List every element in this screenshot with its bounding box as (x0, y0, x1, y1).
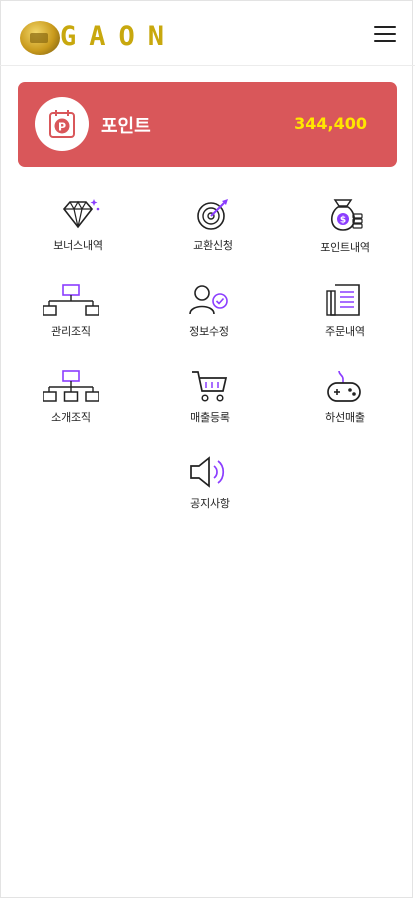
menu-label: 관리조직 (51, 325, 91, 338)
svg-text:$: $ (340, 216, 346, 226)
hamburger-menu-icon[interactable] (374, 26, 396, 42)
speaker-icon (190, 456, 225, 488)
menu-item-exchange-request[interactable]: 교환신청 (153, 190, 273, 265)
menu-label: 포인트내역 (320, 241, 370, 254)
shopping-cart-icon (192, 371, 228, 402)
menu-item-point-history[interactable]: $ 포인트내역 (285, 190, 405, 265)
points-label: 포인트 (101, 116, 151, 137)
menu-label: 소개조직 (51, 411, 91, 424)
menu-item-management-org[interactable]: 관리조직 (11, 276, 131, 351)
money-bag-icon: $ (331, 199, 363, 231)
point-coin-calendar-icon: P (35, 97, 89, 151)
points-card[interactable]: P 포인트 344,400 (18, 82, 397, 167)
menu-item-notice[interactable]: 공지사항 (150, 448, 270, 523)
logo-emblem (20, 21, 60, 55)
menu-label: 매출등록 (190, 411, 230, 424)
order-document-icon (326, 284, 360, 316)
svg-text:P: P (58, 121, 66, 134)
menu-label: 보너스내역 (53, 239, 103, 252)
gamepad-icon (327, 370, 361, 402)
diamond-icon (62, 199, 100, 229)
menu-label: 정보수정 (189, 325, 229, 338)
target-icon (197, 199, 228, 230)
menu-item-sales-registration[interactable]: 매출등록 (150, 362, 270, 437)
points-value: 344,400 (294, 114, 367, 133)
menu-label: 공지사항 (190, 497, 230, 510)
menu-item-referral-org[interactable]: 소개조직 (11, 362, 131, 437)
menu-label: 교환신청 (193, 239, 233, 252)
menu-label: 하선매출 (325, 411, 365, 424)
menu-item-bonus-history[interactable]: 보너스내역 (18, 190, 138, 265)
menu-item-order-history[interactable]: 주문내역 (285, 276, 405, 351)
menu-item-edit-profile[interactable]: 정보수정 (149, 276, 269, 351)
logo[interactable]: GAON (20, 18, 177, 58)
user-check-icon (189, 285, 228, 315)
header: GAON (0, 0, 415, 66)
logo-text: GAON (60, 20, 178, 52)
menu-label: 주문내역 (325, 325, 365, 338)
referral-org-icon (43, 370, 99, 402)
menu-item-downline-sales[interactable]: 하선매출 (285, 362, 405, 437)
org-chart-icon (43, 284, 99, 316)
